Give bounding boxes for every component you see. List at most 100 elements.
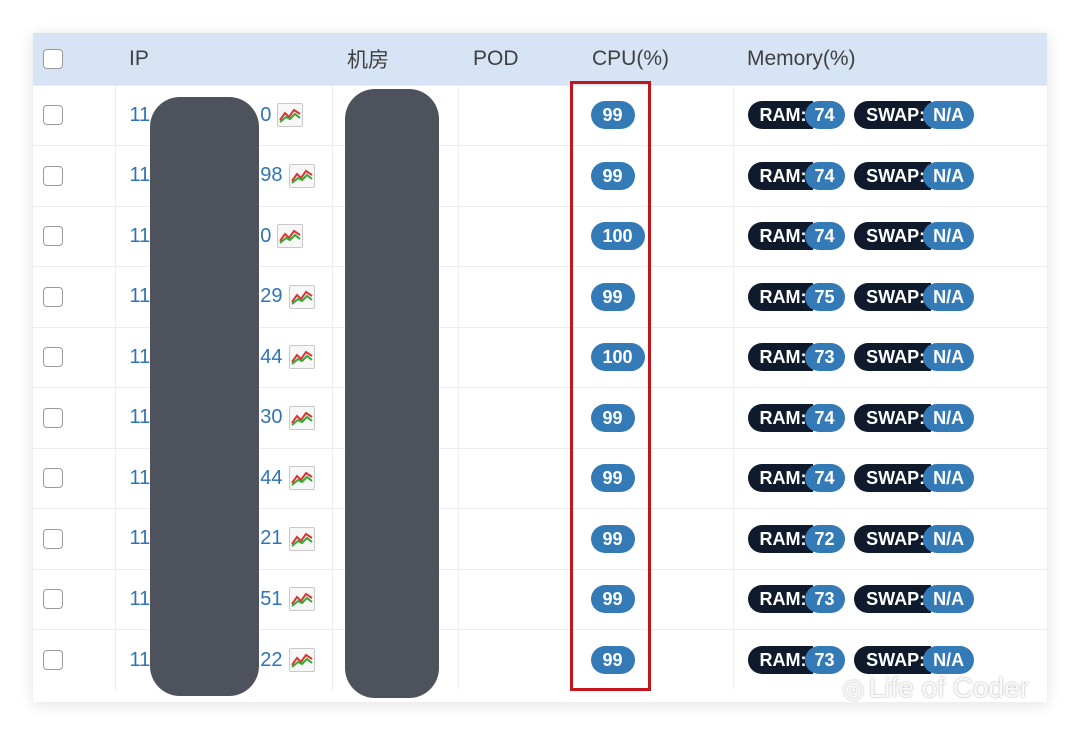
ram-pair: RAM: 72 [747, 524, 845, 553]
ip-prefix: 11 [129, 224, 151, 247]
swap-value: N/A [923, 161, 975, 190]
memory-cell: RAM: 74 SWAP: N/A [733, 145, 1047, 206]
ram-pair: RAM: 74 [747, 222, 845, 251]
ip-prefix: 11 [129, 648, 151, 671]
swap-pair: SWAP: N/A [854, 585, 975, 614]
swap-label: SWAP: [854, 646, 932, 674]
trend-chart-icon[interactable] [288, 345, 315, 370]
ip-suffix: 98 [260, 164, 283, 187]
swap-value: N/A [923, 524, 975, 553]
swap-pair: SWAP: N/A [854, 464, 975, 493]
ram-value: 72 [804, 524, 845, 553]
row-checkbox[interactable] [43, 286, 63, 307]
ram-label: RAM: [747, 282, 813, 311]
ip-suffix: 22 [260, 648, 283, 671]
ram-value: 75 [804, 282, 845, 311]
trend-chart-icon[interactable] [288, 466, 315, 491]
swap-value: N/A [923, 101, 975, 130]
ip-suffix: 0 [260, 103, 272, 126]
redaction-block-room [345, 89, 439, 698]
ram-pair: RAM: 74 [747, 161, 845, 190]
swap-label: SWAP: [854, 464, 932, 493]
memory-cell: RAM: 74 SWAP: N/A [733, 205, 1047, 267]
swap-value: N/A [923, 222, 975, 251]
ram-value: 73 [804, 343, 845, 372]
swap-pair: SWAP: N/A [854, 161, 975, 190]
memory-cell: RAM: 74 SWAP: N/A [733, 84, 1047, 146]
ip-suffix: 21 [260, 527, 283, 550]
select-all-checkbox[interactable] [43, 49, 63, 70]
trend-chart-icon[interactable] [288, 526, 315, 551]
row-select-cell [33, 266, 116, 327]
wechat-icon: ◎ [842, 673, 865, 703]
table-header-row: IP 机房 POD CPU(%) Memory(%) [33, 33, 1047, 85]
memory-cell: RAM: 74 SWAP: N/A [733, 447, 1047, 509]
row-select-cell [33, 145, 116, 206]
ram-pair: RAM: 73 [747, 343, 845, 372]
row-checkbox[interactable] [43, 347, 63, 368]
swap-label: SWAP: [854, 524, 932, 553]
memory-cell: RAM: 73 SWAP: N/A [733, 568, 1047, 630]
memory-cell: RAM: 72 SWAP: N/A [733, 508, 1047, 569]
swap-value: N/A [923, 343, 975, 372]
ram-pair: RAM: 75 [747, 282, 845, 311]
ram-value: 73 [804, 646, 845, 674]
row-select-cell [33, 84, 116, 146]
ram-pair: RAM: 74 [747, 101, 845, 130]
row-checkbox[interactable] [43, 226, 63, 247]
header-ip[interactable]: IP [115, 33, 332, 85]
ram-label: RAM: [747, 101, 813, 130]
trend-chart-icon[interactable] [277, 224, 304, 249]
row-checkbox[interactable] [43, 105, 63, 126]
pod-cell [458, 326, 573, 388]
row-checkbox[interactable] [43, 528, 63, 549]
ram-label: RAM: [747, 343, 813, 372]
trend-chart-icon[interactable] [288, 405, 315, 430]
ip-suffix: 51 [260, 587, 283, 610]
trend-chart-icon[interactable] [288, 648, 315, 672]
ram-value: 74 [804, 101, 845, 130]
trend-chart-icon[interactable] [288, 284, 315, 309]
header-memory[interactable]: Memory(%) [733, 33, 1047, 85]
pod-cell [458, 84, 573, 146]
ram-label: RAM: [747, 524, 813, 553]
pod-cell [458, 387, 573, 448]
row-select-cell [33, 447, 116, 509]
header-cpu[interactable]: CPU(%) [572, 33, 733, 85]
ip-prefix: 11 [129, 345, 151, 368]
swap-label: SWAP: [854, 101, 932, 130]
ram-value: 74 [804, 403, 845, 432]
row-checkbox[interactable] [43, 650, 63, 671]
ram-value: 74 [804, 464, 845, 493]
row-checkbox[interactable] [43, 407, 63, 428]
ip-prefix: 11 [129, 466, 151, 489]
swap-pair: SWAP: N/A [854, 222, 975, 251]
row-select-cell [33, 508, 116, 569]
row-select-cell [33, 629, 116, 690]
pod-cell [458, 508, 573, 569]
row-select-cell [33, 205, 116, 267]
row-checkbox[interactable] [43, 165, 63, 186]
swap-pair: SWAP: N/A [854, 282, 975, 311]
header-room[interactable]: 机房 [332, 33, 458, 85]
ram-label: RAM: [747, 646, 813, 674]
trend-chart-icon[interactable] [288, 587, 315, 612]
ram-value: 74 [804, 222, 845, 251]
row-checkbox[interactable] [43, 589, 63, 610]
ip-suffix: 0 [260, 224, 272, 247]
ip-prefix: 11 [129, 527, 151, 550]
swap-pair: SWAP: N/A [854, 101, 975, 130]
pod-cell [458, 266, 573, 327]
swap-value: N/A [923, 585, 975, 614]
trend-chart-icon[interactable] [288, 163, 315, 188]
ip-suffix: 44 [260, 466, 283, 489]
cpu-column-highlight [570, 81, 651, 691]
trend-chart-icon[interactable] [277, 103, 304, 128]
ram-pair: RAM: 73 [747, 585, 845, 614]
ip-suffix: 29 [260, 285, 283, 308]
swap-label: SWAP: [854, 282, 932, 311]
swap-label: SWAP: [854, 585, 932, 614]
row-checkbox[interactable] [43, 468, 63, 489]
header-pod[interactable]: POD [458, 33, 572, 85]
swap-value: N/A [923, 403, 975, 432]
